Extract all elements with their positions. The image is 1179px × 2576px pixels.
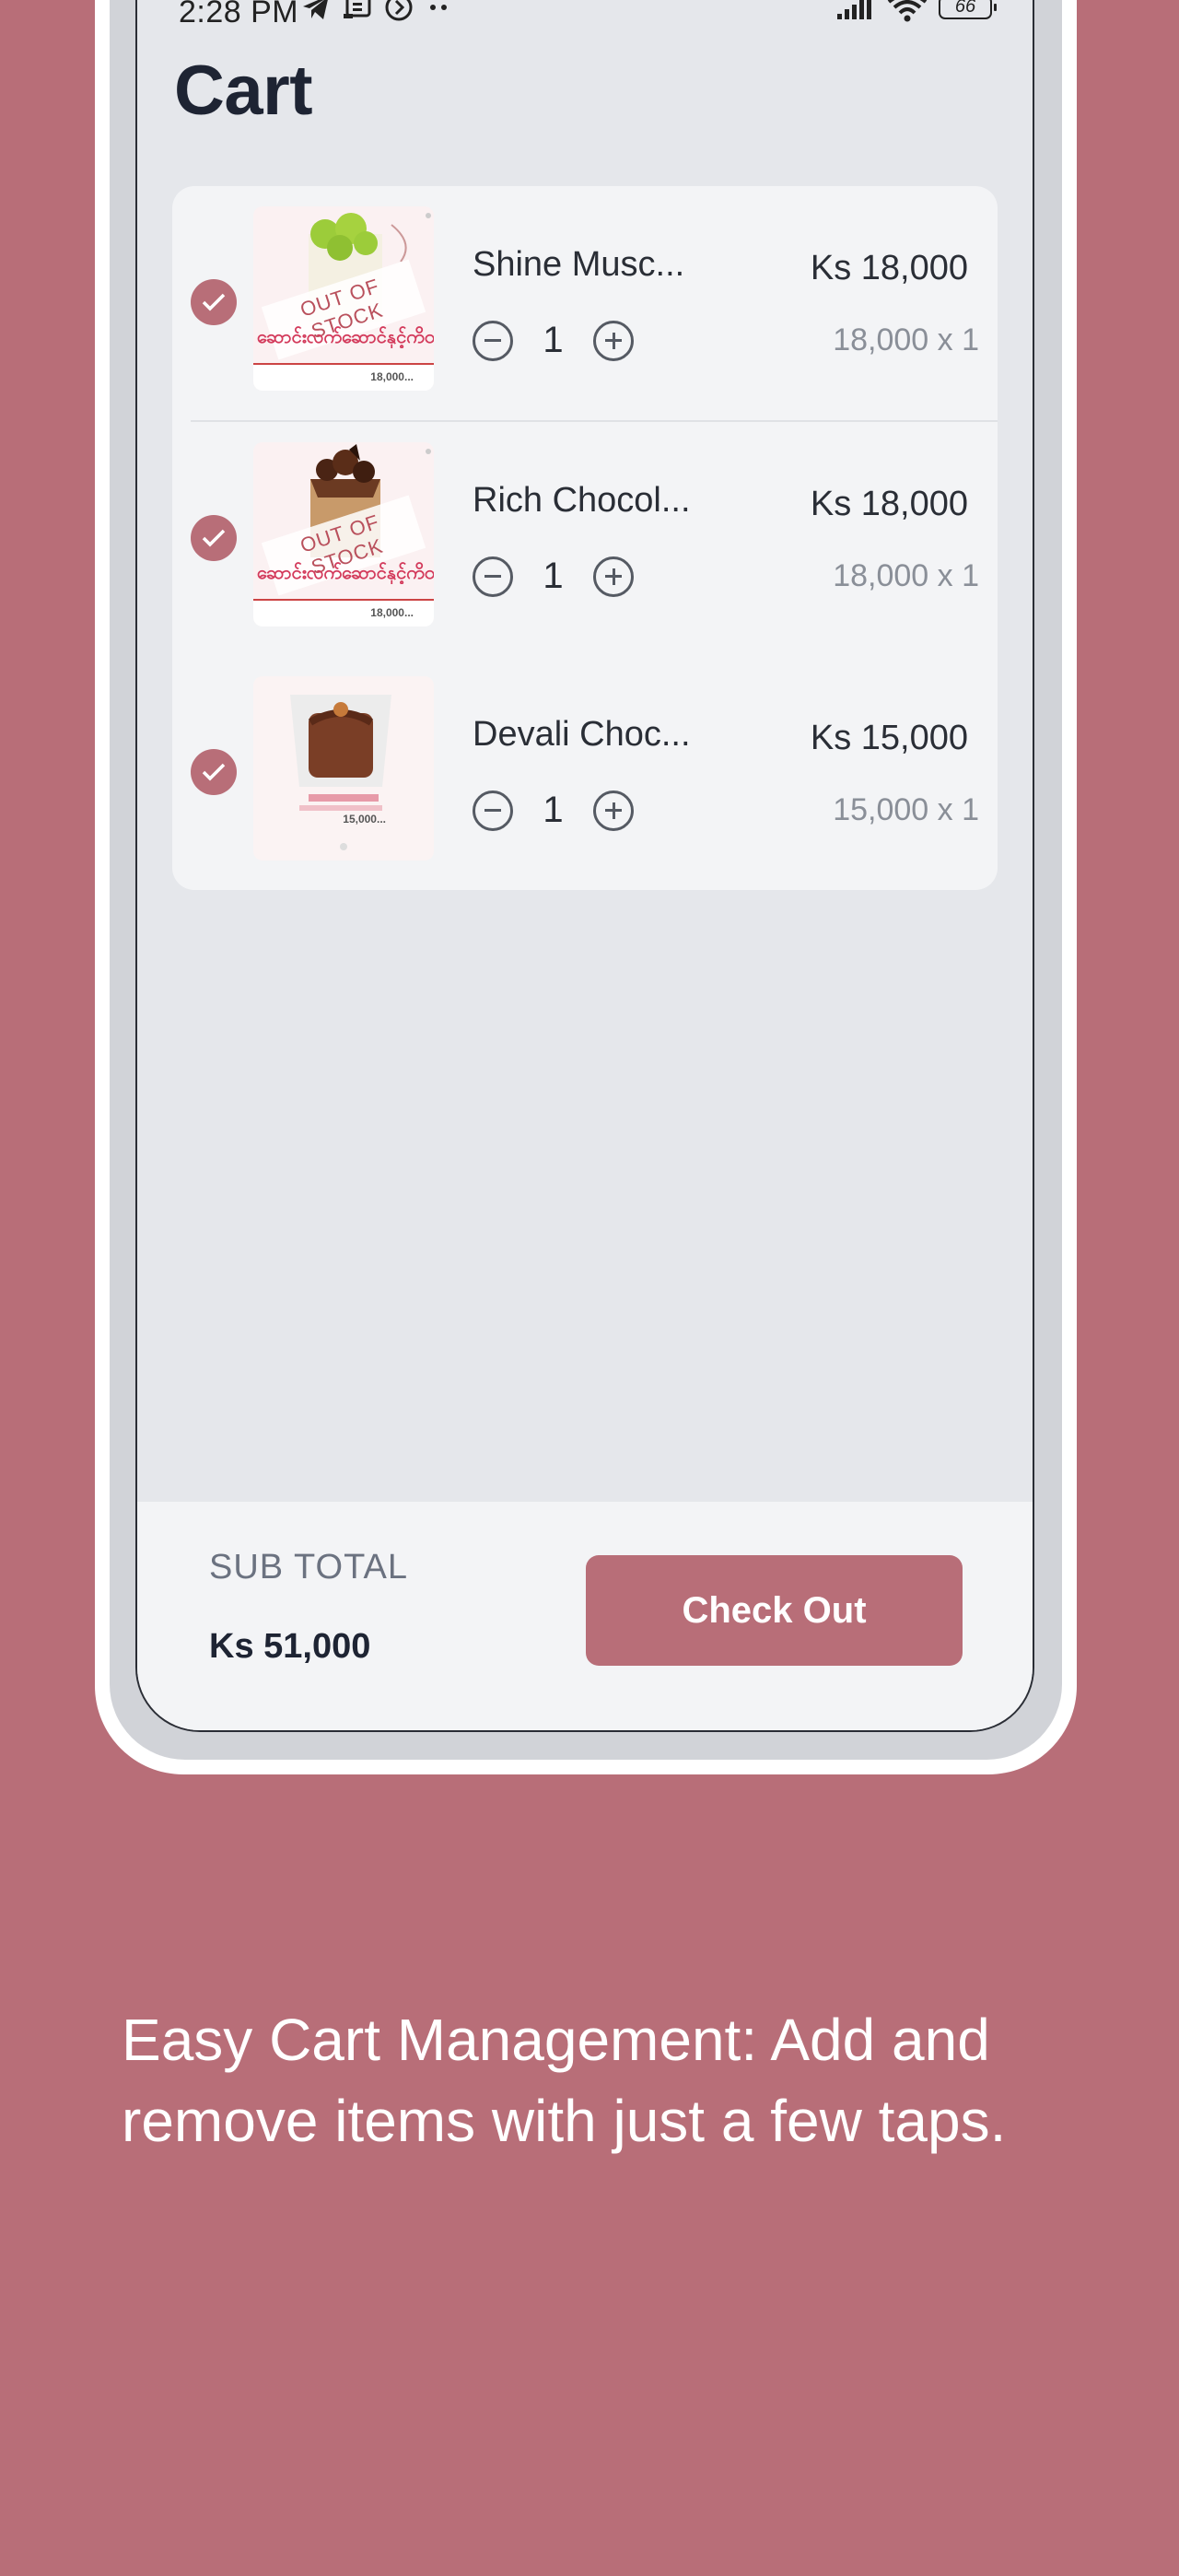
- item-checkbox[interactable]: [191, 749, 237, 795]
- quantity-stepper: 1: [473, 320, 634, 361]
- status-time: 2:28 PM: [179, 0, 299, 29]
- item-name[interactable]: Rich Chocol...: [473, 481, 730, 521]
- increase-quantity-button[interactable]: [593, 320, 634, 361]
- cart-item: 15,000... Devali Choc... 1 Ks 15,000 15,…: [172, 656, 998, 890]
- cart-list: OUT OF STOCK ဆောင်းလက်ဆောင်နှင့်ကိတ် 18,…: [172, 186, 998, 890]
- item-unit-price: 18,000 x 1: [833, 322, 979, 357]
- item-checkbox[interactable]: [191, 515, 237, 561]
- telegram-icon: [303, 0, 328, 19]
- item-unit-price: 15,000 x 1: [833, 792, 979, 827]
- poster-price: 18,000...: [370, 606, 414, 619]
- page-title: Cart: [174, 52, 313, 130]
- quantity-value: 1: [543, 556, 564, 596]
- check-icon: [202, 529, 226, 547]
- poster-price: 15,000...: [343, 813, 386, 825]
- item-name[interactable]: Shine Musc...: [473, 245, 730, 285]
- checkout-footer: SUB TOTAL Ks 51,000 Check Out: [137, 1502, 1033, 1730]
- cart-item: OUT OF STOCK ဆောင်းလက်ဆောင်နှင့်ကိတ် 18,…: [172, 186, 998, 422]
- quantity-value: 1: [543, 790, 564, 830]
- cake-illustration: [290, 695, 391, 850]
- poster-text: ဆောင်းလက်ဆောင်နှင့်ကိတ်: [257, 327, 434, 347]
- cart-item: OUT OF STOCK ဆောင်းလက်ဆောင်နှင့်ကိတ် 18,…: [172, 422, 998, 656]
- sub-total-value: Ks 51,000: [209, 1627, 371, 1666]
- wifi-icon: [887, 0, 928, 22]
- app-screen: 2:28 PM 66 Cart OUT OF STOCK ဆောင်းလက်ဆေ…: [135, 0, 1034, 1732]
- data-saver-icon: [385, 0, 413, 21]
- product-image: 15,000...: [253, 676, 434, 861]
- check-icon: [202, 293, 226, 311]
- quantity-stepper: 1: [473, 790, 634, 831]
- decrease-quantity-button[interactable]: [473, 790, 513, 831]
- check-icon: [202, 763, 226, 781]
- status-bar: 2:28 PM 66: [137, 0, 1033, 37]
- battery-icon: 66: [939, 0, 997, 19]
- quantity-value: 1: [543, 320, 564, 360]
- poster-text: ဆောင်းလက်ဆောင်နှင့်ကိတ်: [257, 563, 434, 583]
- status-icons-right: 66: [835, 0, 997, 22]
- status-icons-left: [301, 0, 452, 22]
- more-dots-icon: [430, 5, 447, 10]
- increase-quantity-button[interactable]: [593, 556, 634, 597]
- item-price: Ks 18,000: [810, 485, 968, 523]
- item-price: Ks 18,000: [810, 249, 968, 287]
- item-checkbox[interactable]: [191, 279, 237, 325]
- usb-debug-icon: [344, 0, 371, 18]
- increase-quantity-button[interactable]: [593, 790, 634, 831]
- poster-price: 18,000...: [370, 370, 414, 383]
- signal-icon: [837, 0, 871, 19]
- product-image: OUT OF STOCK ဆောင်းလက်ဆောင်နှင့်ကိတ် 18,…: [253, 442, 434, 626]
- promo-caption: Easy Cart Management: Add and remove ite…: [122, 2007, 1007, 2154]
- decrease-quantity-button[interactable]: [473, 556, 513, 597]
- decrease-quantity-button[interactable]: [473, 320, 513, 361]
- sub-total-label: SUB TOTAL: [209, 1548, 408, 1587]
- item-unit-price: 18,000 x 1: [833, 558, 979, 593]
- product-image: OUT OF STOCK ဆောင်းလက်ဆောင်နှင့်ကိတ် 18,…: [253, 206, 434, 391]
- checkout-button[interactable]: Check Out: [586, 1555, 963, 1666]
- item-name[interactable]: Devali Choc...: [473, 715, 730, 755]
- item-price: Ks 15,000: [810, 719, 968, 757]
- quantity-stepper: 1: [473, 556, 634, 597]
